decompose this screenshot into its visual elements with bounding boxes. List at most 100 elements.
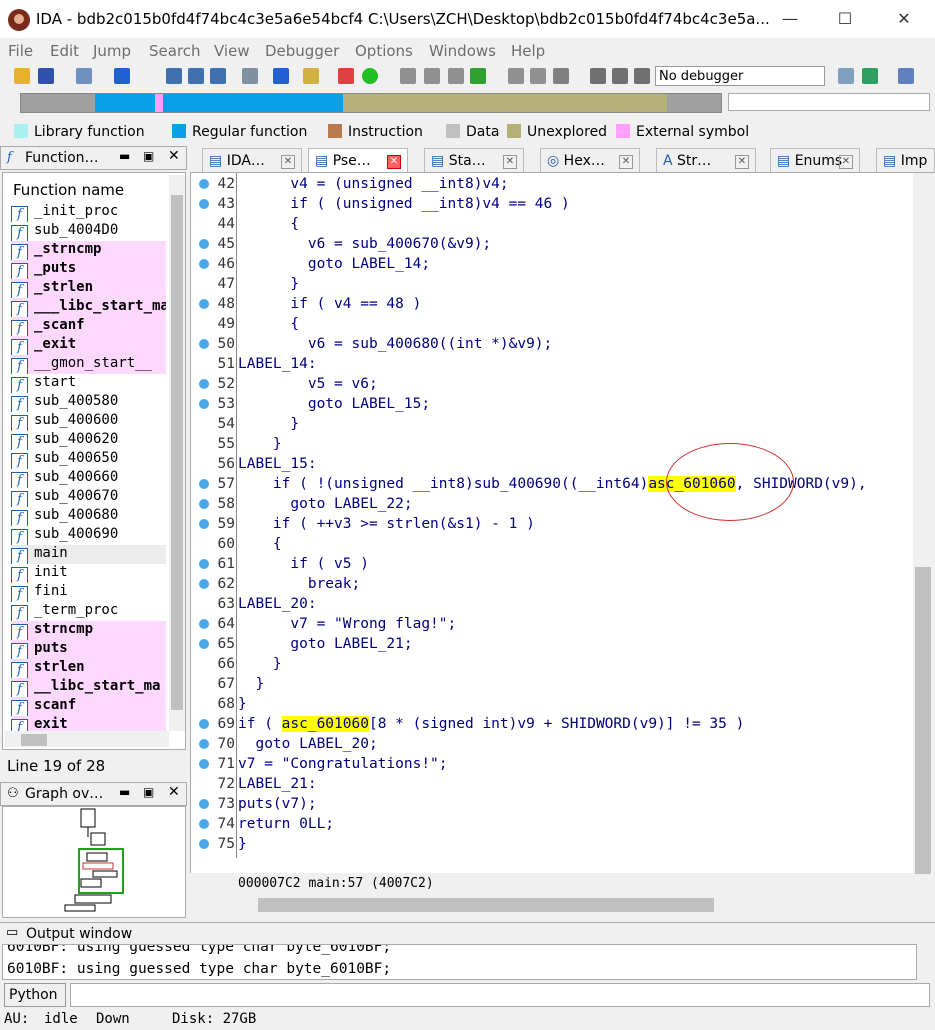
code-line[interactable]: 60 {	[191, 534, 914, 554]
function-list-item[interactable]: f _scanf	[11, 317, 166, 336]
breakpoint-dot-icon[interactable]	[199, 499, 209, 509]
breakpoint-dot-icon[interactable]	[199, 239, 209, 249]
back-icon[interactable]	[76, 68, 92, 84]
struct-icon[interactable]	[400, 68, 416, 84]
add-icon[interactable]	[470, 68, 486, 84]
minimize-button[interactable]: —	[770, 6, 810, 32]
breakpoint-dot-icon[interactable]	[199, 339, 209, 349]
breakpoint-dot-icon[interactable]	[199, 579, 209, 589]
pause-icon[interactable]	[612, 68, 628, 84]
graph-close-icon[interactable]: ✕	[168, 784, 180, 800]
code-line[interactable]: 73 puts(v7);	[191, 794, 914, 814]
tab-close-icon[interactable]: ✕	[619, 155, 633, 169]
breakpoint-dot-icon[interactable]	[199, 399, 209, 409]
menu-help[interactable]: Help	[511, 42, 545, 60]
breakpoint-dot-icon[interactable]	[199, 199, 209, 209]
function-list-item[interactable]: f sub_400690	[11, 526, 166, 545]
menu-debugger[interactable]: Debugger	[265, 42, 339, 60]
run-status-icon[interactable]	[362, 68, 378, 84]
tab-strings[interactable]: A Str… ✕	[656, 148, 756, 172]
code-line[interactable]: 53 goto LABEL_15;	[191, 394, 914, 414]
code-line[interactable]: 72 LABEL_21:	[191, 774, 914, 794]
function-list-item[interactable]: f sub_400580	[11, 393, 166, 412]
breakpoint-dot-icon[interactable]	[199, 619, 209, 629]
function-list-item[interactable]: f _term_proc	[11, 602, 166, 621]
code-line[interactable]: 55 }	[191, 434, 914, 454]
menu-edit[interactable]: Edit	[50, 42, 79, 60]
function-list-item[interactable]: f fini	[11, 583, 166, 602]
debugger-select[interactable]: No debugger	[655, 66, 825, 86]
breakpoint-dot-icon[interactable]	[199, 719, 209, 729]
tab-close-icon[interactable]: ✕	[281, 155, 295, 169]
menu-jump[interactable]: Jump	[93, 42, 131, 60]
navigation-select[interactable]	[728, 93, 930, 111]
tab-pseudocode[interactable]: ▤ Pse… ✕	[308, 148, 408, 172]
pseudocode-view[interactable]: 42 v4 = (unsigned __int8)v4; 43 if ( (uns…	[190, 173, 914, 873]
navigation-strip[interactable]	[20, 93, 722, 113]
function-list-item[interactable]: f start	[11, 374, 166, 393]
function-list-item[interactable]: f _puts	[11, 260, 166, 279]
code-line[interactable]: 67 }	[191, 674, 914, 694]
code-line[interactable]: 44 {	[191, 214, 914, 234]
function-list-item[interactable]: f _exit	[11, 336, 166, 355]
code-line[interactable]: 50 v6 = sub_400680((int *)&v9);	[191, 334, 914, 354]
code-line[interactable]: 52 v5 = v6;	[191, 374, 914, 394]
edit-icon[interactable]	[530, 68, 546, 84]
function-list-item[interactable]: f scanf	[11, 697, 166, 716]
code-line[interactable]: 65 goto LABEL_21;	[191, 634, 914, 654]
function-list-item[interactable]: f strlen	[11, 659, 166, 678]
function-list-item[interactable]: f puts	[11, 640, 166, 659]
open-icon[interactable]	[14, 68, 30, 84]
code-line[interactable]: 54 }	[191, 414, 914, 434]
code-line[interactable]: 63 LABEL_20:	[191, 594, 914, 614]
breakpoint-dot-icon[interactable]	[199, 639, 209, 649]
python-command-input[interactable]	[70, 983, 930, 1007]
code-line[interactable]: 66 }	[191, 654, 914, 674]
jump-down-icon[interactable]	[273, 68, 289, 84]
functions-hscroll-thumb[interactable]	[21, 734, 47, 746]
code-line[interactable]: 47 }	[191, 274, 914, 294]
search-binary-icon[interactable]	[210, 68, 226, 84]
code-line[interactable]: 49 {	[191, 314, 914, 334]
graph-float-icon[interactable]: ▣	[143, 785, 154, 799]
function-list-item[interactable]: f main	[11, 545, 166, 564]
enum-icon[interactable]	[424, 68, 440, 84]
breakpoint-dot-icon[interactable]	[199, 379, 209, 389]
breakpoint-dot-icon[interactable]	[199, 479, 209, 489]
menu-view[interactable]: View	[214, 42, 250, 60]
code-line[interactable]: 59 if ( ++v3 >= strlen(&s1) - 1 )	[191, 514, 914, 534]
code-line[interactable]: 61 if ( v5 )	[191, 554, 914, 574]
gear-icon[interactable]	[508, 68, 524, 84]
code-hscroll-thumb[interactable]	[258, 898, 714, 912]
play-icon[interactable]	[590, 68, 606, 84]
forward-icon[interactable]	[114, 68, 130, 84]
tab-close-icon[interactable]: ✕	[387, 155, 401, 169]
function-list-item[interactable]: f sub_4004D0	[11, 222, 166, 241]
cross-icon[interactable]	[553, 68, 569, 84]
code-line[interactable]: 70 goto LABEL_20;	[191, 734, 914, 754]
menu-search[interactable]: Search	[149, 42, 201, 60]
code-line[interactable]: 58 goto LABEL_22;	[191, 494, 914, 514]
warning-icon[interactable]	[338, 68, 354, 84]
function-list-item[interactable]: f init	[11, 564, 166, 583]
function-list-item[interactable]: f sub_400620	[11, 431, 166, 450]
menu-windows[interactable]: Windows	[429, 42, 496, 60]
code-line[interactable]: 62 break;	[191, 574, 914, 594]
function-list-item[interactable]: f _init_proc	[11, 203, 166, 222]
tab-hex-view[interactable]: ◎ Hex… ✕	[540, 148, 640, 172]
code-line[interactable]: 45 v6 = sub_400670(&v9);	[191, 234, 914, 254]
code-line[interactable]: 74 return 0LL;	[191, 814, 914, 834]
breakpoint-dot-icon[interactable]	[199, 799, 209, 809]
breakpoint-dot-icon[interactable]	[199, 739, 209, 749]
save-icon[interactable]	[38, 68, 54, 84]
stop-icon[interactable]	[634, 68, 650, 84]
menu-file[interactable]: File	[8, 42, 33, 60]
function-list-item[interactable]: f ___libc_start_ma	[11, 298, 166, 317]
python-language-button[interactable]: Python	[4, 983, 66, 1007]
functions-vscroll-thumb[interactable]	[171, 195, 183, 710]
code-line[interactable]: 56 LABEL_15:	[191, 454, 914, 474]
breakpoint-dot-icon[interactable]	[199, 259, 209, 269]
function-list-item[interactable]: f _strncmp	[11, 241, 166, 260]
code-line[interactable]: 69 if ( asc_601060[8 * (signed int)v9 + S…	[191, 714, 914, 734]
breakpoint-dot-icon[interactable]	[199, 759, 209, 769]
